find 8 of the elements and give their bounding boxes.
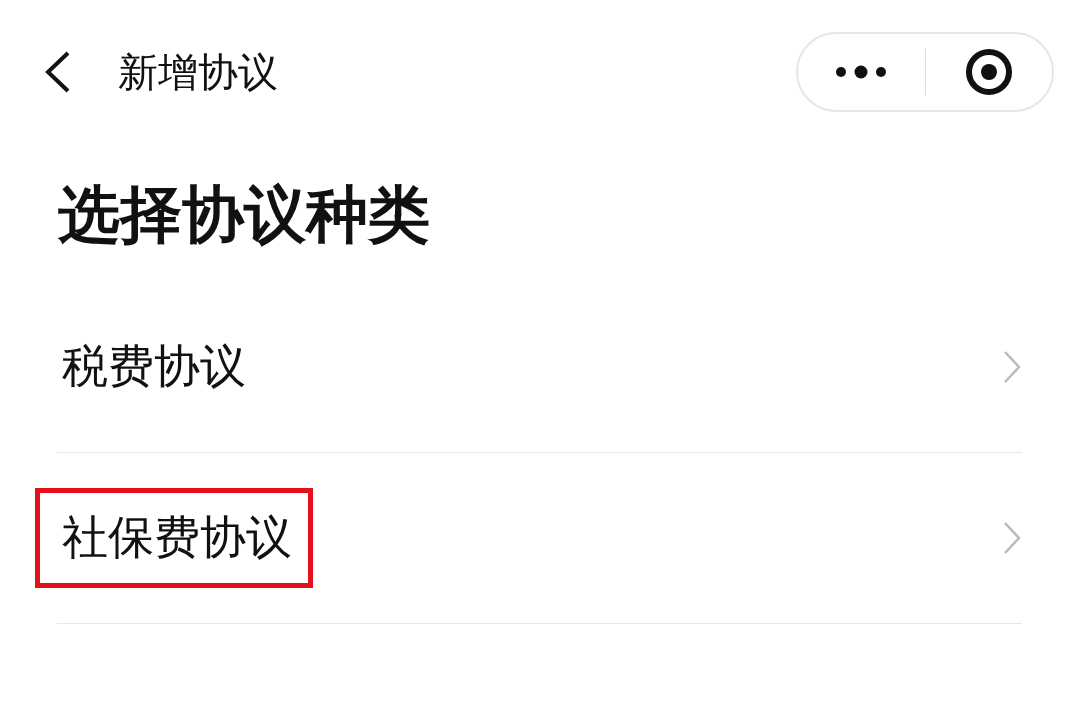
- item-label[interactable]: 税费协议: [35, 317, 267, 417]
- item-label[interactable]: 社保费协议: [35, 488, 313, 588]
- more-icon[interactable]: [835, 65, 888, 79]
- page-title: 新增协议: [118, 47, 279, 97]
- section-heading: 选择协议种类: [58, 184, 431, 246]
- chevron-icon: [1002, 520, 1022, 556]
- chevron-icon: [1002, 349, 1022, 385]
- close-icon[interactable]: [964, 48, 1013, 96]
